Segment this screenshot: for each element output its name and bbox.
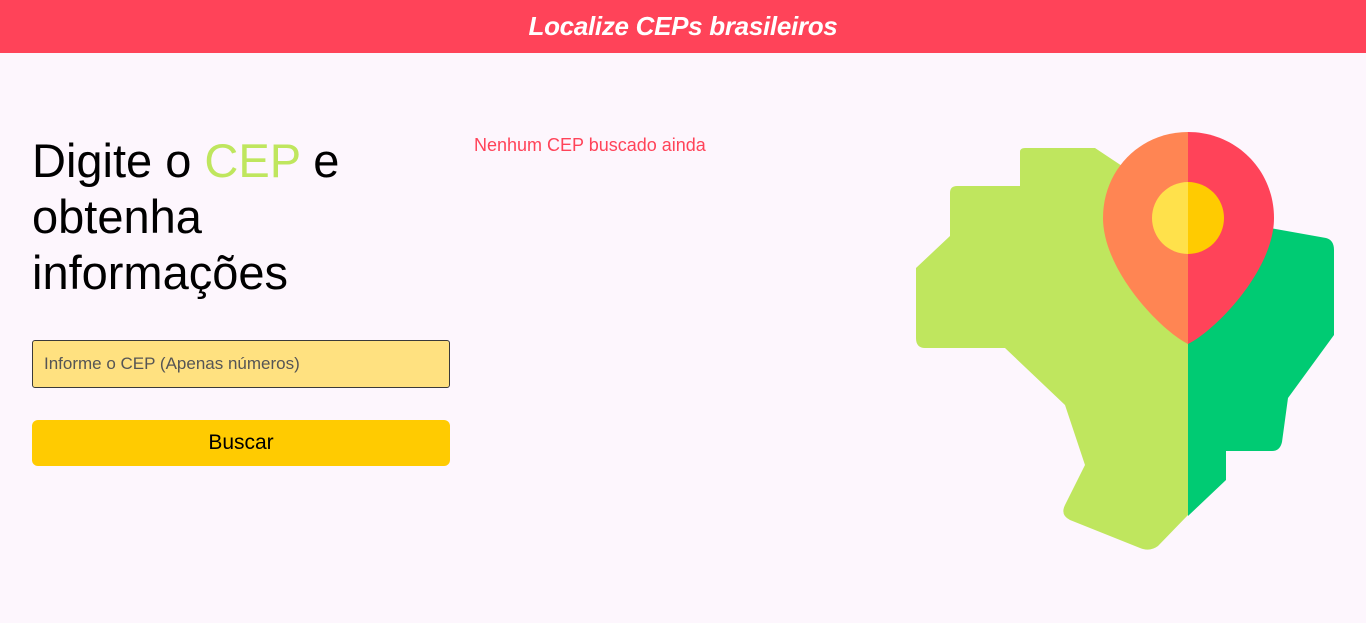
headline-highlight-cep: CEP — [204, 134, 301, 187]
app-header: Localize CEPs brasileiros — [0, 0, 1366, 53]
app-title: Localize CEPs brasileiros — [528, 11, 838, 41]
search-button[interactable]: Buscar — [32, 420, 450, 466]
page-headline: Digite o CEP e obtenha informações — [32, 133, 452, 301]
result-status-text: Nenhum CEP buscado ainda — [474, 135, 706, 155]
cep-input[interactable] — [32, 340, 450, 388]
headline-text-before: Digite o — [32, 134, 205, 187]
brazil-map-location-pin-icon — [916, 132, 1334, 550]
